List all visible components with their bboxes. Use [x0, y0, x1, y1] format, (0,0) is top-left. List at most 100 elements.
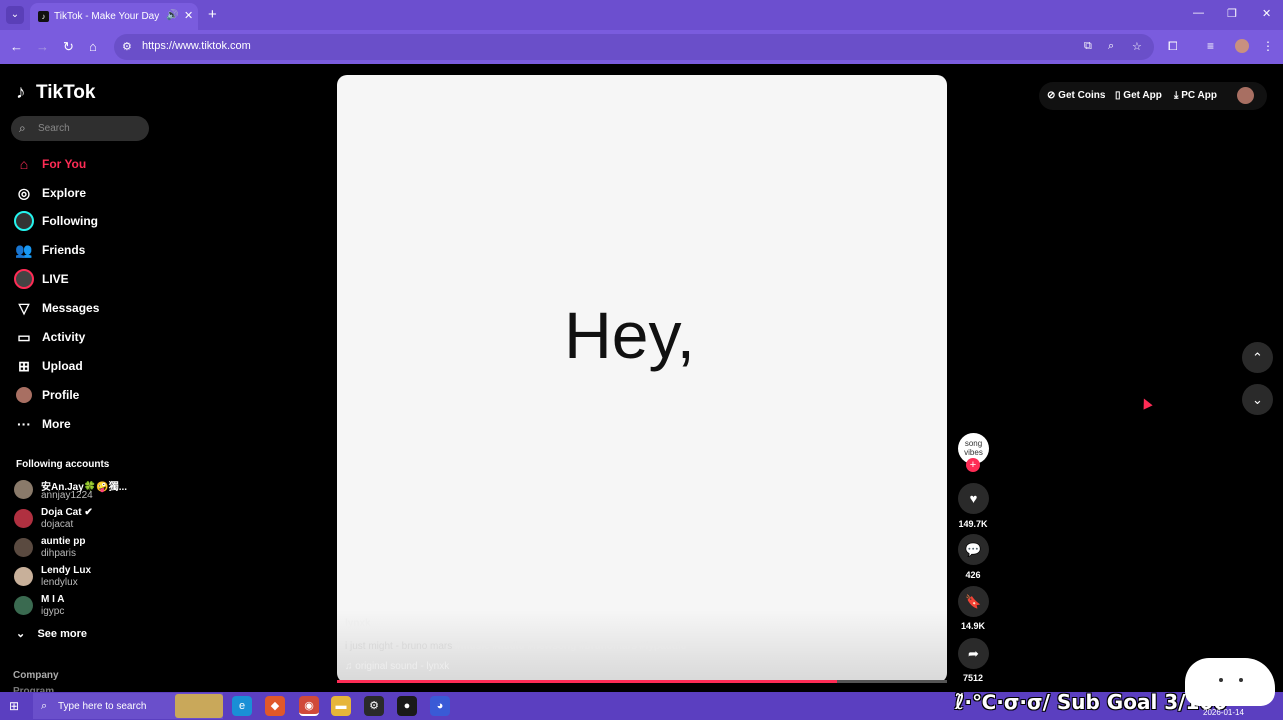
bookmark-star-icon[interactable]: ☆ [1132, 40, 1142, 53]
video-progress-fill [337, 680, 838, 683]
discord-icon[interactable]: ◕ [430, 696, 450, 716]
avatar [14, 480, 33, 499]
extensions-icon[interactable]: ⧠ [1168, 39, 1178, 54]
steam-icon[interactable]: ⚙ [364, 696, 384, 716]
see-more-button[interactable]: ⌄ See more [16, 627, 87, 640]
get-coins-label: Get Coins [1058, 90, 1106, 101]
nav-label: Upload [42, 359, 83, 373]
get-coins-button[interactable]: ⊘ Get Coins [1047, 90, 1105, 101]
nav-more[interactable]: ··· More [14, 413, 154, 435]
tab-title: TikTok - Make Your Day [54, 11, 160, 22]
nav-activity[interactable]: ▭ Activity [14, 326, 154, 348]
nav-messages[interactable]: ▽ Messages [14, 297, 154, 319]
audio-playing-icon[interactable]: 🔊 [166, 10, 178, 21]
save-count: 14.9K [960, 621, 986, 631]
mascot-eye [1239, 678, 1243, 682]
tiktok-logo[interactable]: ♪ TikTok [16, 82, 95, 104]
cast-icon[interactable]: ⧉ [1084, 40, 1092, 53]
obs-icon[interactable]: ● [397, 696, 417, 716]
site-info-icon[interactable]: ⚙ [122, 40, 132, 53]
video-author[interactable]: lynxk [345, 618, 371, 629]
tiktok-note-icon: ♪ [16, 82, 26, 103]
address-bar[interactable]: ⚙ https://www.tiktok.com ⧉ ⌕ ☆ [114, 34, 1154, 60]
profile-avatar-icon [16, 387, 32, 403]
see-more-label: See more [37, 628, 87, 640]
home-icon[interactable]: ⌂ [89, 39, 97, 54]
live-avatar-icon [14, 269, 34, 289]
chevron-down-icon[interactable]: ⌄ [1242, 384, 1273, 415]
more-icon: ··· [17, 416, 31, 432]
reload-icon[interactable]: ↻ [63, 39, 74, 55]
company-link[interactable]: Company [13, 670, 59, 681]
following-account[interactable]: 安An.Jay🍀🤪獨... annjay1224 [14, 478, 154, 504]
url-text[interactable]: https://www.tiktok.com [142, 40, 251, 52]
caption-hashtags[interactable]: #music #audio #newsong #brunomars #fypau… [455, 641, 687, 652]
avatar [14, 567, 33, 586]
sidebar: ♪ TikTok ⌕ Search ⌂ For You ◎ Explore Fol… [0, 64, 165, 697]
taskbar-search-placeholder: Type here to search [58, 701, 147, 712]
pc-app-button[interactable]: ⤓ PC App [1174, 90, 1217, 101]
nav-label: Explore [42, 186, 87, 200]
account-name: auntie pp [41, 536, 86, 547]
following-account[interactable]: M I A igypc [14, 594, 154, 620]
user-avatar[interactable] [1237, 87, 1254, 104]
copilot-icon[interactable]: ◆ [265, 696, 285, 716]
comment-icon[interactable]: 💬 [958, 534, 989, 565]
nav-following[interactable]: Following [14, 210, 154, 232]
following-account[interactable]: Doja Cat ✔ dojacat [14, 507, 154, 533]
nav-for-you[interactable]: ⌂ For You [14, 153, 154, 175]
video-player[interactable]: Hey, lynxk i just might - bruno mars #mu… [337, 75, 947, 683]
close-window-button[interactable]: ✕ [1262, 7, 1271, 20]
tab-bar: ⌄ ♪ TikTok - Make Your Day 🔊 ✕ + — ❐ ✕ [0, 0, 1283, 30]
following-account[interactable]: Lendy Lux lendylux [14, 565, 154, 591]
coin-icon: ⊘ [1047, 90, 1056, 101]
share-arrow-icon[interactable]: ➦ [958, 638, 989, 669]
tab-search-button[interactable]: ⌄ [6, 6, 24, 24]
browser-menu-icon[interactable]: ⋮ [1262, 39, 1274, 53]
like-count: 149.7K [958, 519, 988, 529]
search-input[interactable]: ⌕ Search [11, 116, 149, 141]
nav-explore[interactable]: ◎ Explore [14, 182, 154, 204]
like-heart-icon[interactable]: ♥ [958, 483, 989, 514]
search-icon: ⌕ [19, 121, 26, 135]
bookmark-icon[interactable]: 🔖 [958, 586, 989, 617]
video-progress-bar[interactable] [337, 680, 947, 683]
search-highlight-image [175, 694, 223, 718]
file-explorer-icon[interactable]: ▬ [331, 696, 351, 716]
nav-label: More [42, 417, 71, 431]
nav-profile[interactable]: Profile [14, 384, 154, 406]
video-sound[interactable]: ♫ original sound - lynxk [345, 661, 449, 672]
maximize-button[interactable]: ❐ [1227, 7, 1237, 20]
tab-tiktok[interactable]: ♪ TikTok - Make Your Day 🔊 ✕ [30, 3, 198, 30]
new-tab-button[interactable]: + [208, 6, 217, 23]
nav-upload[interactable]: ⊞ Upload [14, 355, 154, 377]
back-arrow-icon[interactable]: ← [10, 39, 23, 54]
nav-live[interactable]: LIVE [14, 268, 154, 290]
forward-arrow-icon[interactable]: → [36, 39, 49, 54]
plus-square-icon: ⊞ [18, 358, 30, 374]
account-handle: igypc [41, 606, 65, 617]
windows-start-icon[interactable]: ⊞ [9, 699, 19, 713]
following-account[interactable]: auntie pp dihparis [14, 536, 154, 562]
account-handle: annjay1224 [41, 490, 93, 501]
browser-profile-avatar[interactable] [1235, 39, 1249, 53]
download-icon: ⤓ [1174, 90, 1179, 101]
mascot-eye [1219, 678, 1223, 682]
nav-label: Profile [42, 388, 80, 402]
nav-friends[interactable]: 👥 Friends [14, 239, 154, 261]
follow-plus-icon[interactable]: + [966, 458, 980, 472]
get-app-button[interactable]: ▯ Get App [1115, 90, 1162, 101]
media-control-icon[interactable]: ≡ [1207, 39, 1214, 53]
tab-close-button[interactable]: ✕ [184, 9, 193, 22]
chrome-icon[interactable]: ◉ [299, 696, 319, 716]
minimize-button[interactable]: — [1193, 7, 1204, 19]
taskbar-search-input[interactable]: ⌕ Type here to search [33, 693, 223, 719]
zoom-icon[interactable]: ⌕ [1108, 40, 1114, 53]
chevron-up-icon[interactable]: ⌃ [1242, 342, 1273, 373]
get-app-label: Get App [1123, 90, 1162, 101]
edge-icon[interactable]: e [232, 696, 252, 716]
pc-app-label: PC App [1181, 90, 1217, 101]
account-handle: dojacat [41, 519, 74, 530]
nav-label: Friends [42, 243, 86, 257]
avatar [14, 596, 33, 615]
